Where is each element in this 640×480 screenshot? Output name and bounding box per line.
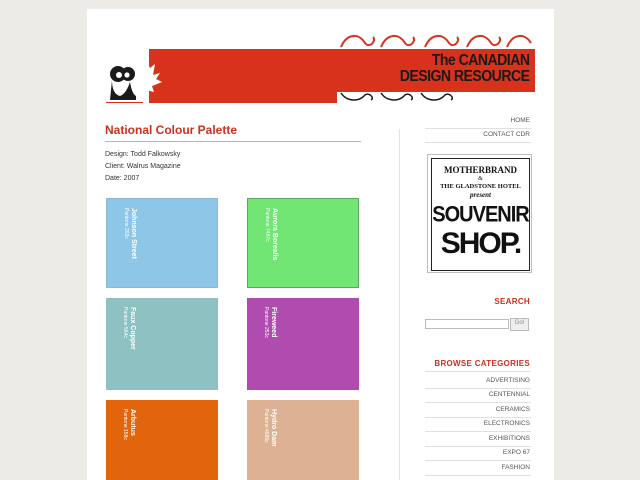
swatch-pantone: Pantone 253c — [263, 307, 269, 338]
category-link-advertising[interactable]: ADVERTISING — [486, 377, 530, 384]
designer-credit: Design: Todd Falkowsky — [105, 151, 181, 158]
swatch-name: Fireweed — [270, 307, 277, 338]
swatch-name: Arbutus — [129, 409, 136, 436]
category-divider — [425, 417, 531, 418]
site-title-line1: The CANADIAN — [431, 52, 529, 69]
swatch-name: Johnson Street — [130, 208, 137, 259]
swatch-faux-copper[interactable]: Faux Copper Pantone 564c — [106, 298, 218, 390]
category-link-centennial[interactable]: CENTENNIAL — [489, 391, 530, 398]
ad-line-present: present — [470, 191, 491, 199]
search-button[interactable]: Go! — [510, 318, 529, 331]
category-link-fashion[interactable]: FASHION — [501, 464, 530, 471]
categories-heading: BROWSE CATEGORIES — [434, 359, 530, 368]
date-credit: Date: 2007 — [105, 175, 140, 182]
nav-divider — [425, 142, 531, 143]
sidebar-divider — [399, 129, 400, 480]
swatch-fireweed[interactable]: Fireweed Pantone 253c — [247, 298, 359, 390]
nav-link-contact[interactable]: CONTACT CDR — [483, 131, 530, 138]
swatch-label: Arbutus Pantone 158c — [121, 409, 137, 440]
ornament-bottom — [337, 92, 535, 103]
swatch-name: Faux Copper — [129, 307, 136, 350]
ad-line-gladstone: THE GLADSTONE HOTEL — [440, 183, 521, 190]
swatch-name: Aurora Borealis — [271, 208, 278, 261]
swatch-label: Faux Copper Pantone 564c — [121, 307, 137, 350]
site-banner[interactable]: The CANADIAN DESIGN RESOURCE — [106, 31, 535, 103]
ad-frame: MOTHERBRAND & THE GLADSTONE HOTEL presen… — [431, 158, 530, 271]
ad-line-motherbrand: MOTHERBRAND — [443, 165, 517, 175]
category-link-exhibitions[interactable]: EXHIBITIONS — [489, 435, 530, 442]
category-divider — [425, 475, 531, 476]
swatch-hydro-dam[interactable]: Hydro Dam Pantone 4685c — [247, 400, 359, 480]
category-divider — [425, 388, 531, 389]
category-divider — [425, 460, 531, 461]
swatch-label: Fireweed Pantone 253c — [262, 307, 278, 338]
ad-line-shop: SHOP. — [440, 227, 523, 260]
category-divider — [425, 402, 531, 403]
site-title-line2: DESIGN RESOURCE — [399, 68, 529, 85]
swatch-pantone: Pantone 292c — [123, 208, 129, 239]
swatch-column-left: Johnson Street Pantone 292c Faux Copper … — [106, 198, 218, 480]
swatch-pantone: Pantone 4685c — [263, 409, 269, 443]
ad-line-ampersand: & — [478, 176, 483, 182]
swatch-pantone: Pantone 564c — [122, 307, 128, 338]
category-divider — [425, 431, 531, 432]
nav-link-home[interactable]: HOME — [511, 117, 531, 124]
ad-line-souvenir: SOUVENIR — [432, 202, 529, 228]
page-container: The CANADIAN DESIGN RESOURCE National Co… — [87, 9, 554, 480]
ornament-top — [337, 31, 535, 49]
swatch-johnson-street[interactable]: Johnson Street Pantone 292c — [106, 198, 218, 288]
swatch-name: Hydro Dam — [270, 409, 277, 447]
souvenir-shop-ad[interactable]: MOTHERBRAND & THE GLADSTONE HOTEL presen… — [427, 154, 532, 273]
categories-divider — [425, 371, 531, 372]
title-divider — [105, 141, 361, 142]
search-input[interactable] — [425, 319, 509, 329]
client-credit: Client: Walrus Magazine — [105, 163, 181, 170]
swatch-arbutus[interactable]: Arbutus Pantone 158c — [106, 400, 218, 480]
category-link-ceramics[interactable]: CERAMICS — [496, 406, 530, 413]
nav-divider — [425, 128, 531, 129]
category-link-expo67[interactable]: EXPO 67 — [503, 449, 530, 456]
swatch-pantone: Pantone 7487c — [264, 208, 270, 242]
swatch-column-right: Aurora Borealis Pantone 7487c Fireweed P… — [247, 198, 359, 480]
search-heading: SEARCH — [494, 297, 530, 306]
category-divider — [425, 446, 531, 447]
swatch-label: Aurora Borealis Pantone 7487c — [263, 208, 279, 261]
page-title: National Colour Palette — [105, 123, 238, 137]
site-title: The CANADIAN DESIGN RESOURCE — [399, 53, 529, 85]
swatch-label: Hydro Dam Pantone 4685c — [262, 409, 278, 446]
swatch-aurora-borealis[interactable]: Aurora Borealis Pantone 7487c — [247, 198, 359, 288]
swatch-pantone: Pantone 158c — [122, 409, 128, 440]
category-link-electronics[interactable]: ELECTRONICS — [484, 420, 530, 427]
maple-leaf-logo-icon — [106, 49, 162, 102]
swatch-label: Johnson Street Pantone 292c — [122, 208, 138, 259]
